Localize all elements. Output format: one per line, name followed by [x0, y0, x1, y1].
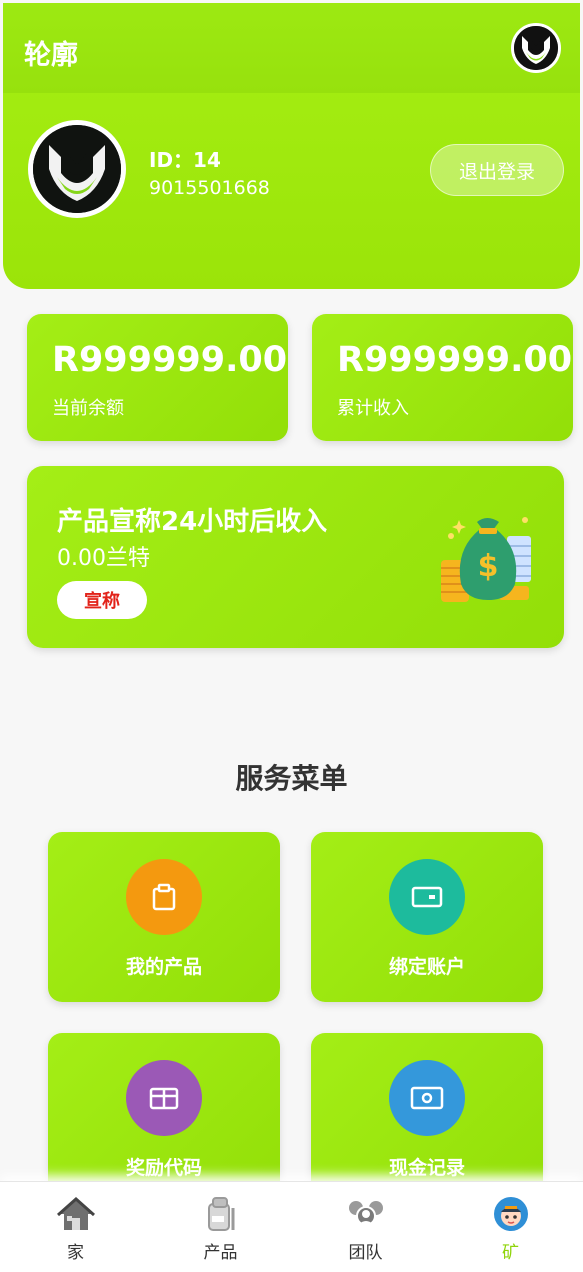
cash-record-tile[interactable]: 现金记录	[311, 1033, 543, 1203]
logo-icon	[514, 26, 558, 70]
page: 轮廓 ID：14 9015501668 退出登录 R999999.00 当前余额…	[0, 0, 583, 1272]
bind-account-label: 绑定账户	[388, 956, 465, 978]
money-bag-icon: $	[441, 517, 531, 602]
cash-record-label: 现金记录	[388, 1157, 465, 1179]
top-bar: 轮廓	[3, 3, 580, 93]
nav-home-label: 家	[67, 1243, 84, 1263]
nav-mine-label: 矿	[502, 1243, 519, 1263]
team-icon	[349, 1201, 383, 1226]
my-products-label: 我的产品	[125, 956, 202, 978]
claim-button[interactable]: 宣称	[57, 581, 147, 619]
service-menu-title: 服务菜单	[235, 762, 348, 795]
my-products-tile[interactable]: 我的产品	[48, 832, 280, 1002]
nav-products-label: 产品	[203, 1243, 238, 1263]
nav-home[interactable]: 家	[3, 1182, 148, 1272]
top-avatar[interactable]	[511, 23, 561, 73]
app-title: 轮廓	[24, 40, 78, 71]
nav-team[interactable]: 团队	[293, 1182, 438, 1272]
claim-card: 产品宣称24小时后收入 0.00兰特 宣称 $	[27, 466, 564, 648]
claim-amount: 0.00兰特	[57, 546, 150, 571]
current-balance-card: R999999.00 当前余额	[27, 314, 288, 441]
mine-icon	[494, 1197, 528, 1231]
nav-products[interactable]: 产品	[148, 1182, 293, 1272]
total-income-label: 累计收入	[337, 398, 409, 419]
reward-code-label: 奖励代码	[125, 1157, 202, 1179]
user-avatar[interactable]	[28, 120, 126, 218]
user-phone: 9015501668	[149, 177, 270, 199]
current-balance-amount: R999999.00	[52, 340, 288, 380]
svg-text:$: $	[478, 549, 499, 584]
gift-icon	[126, 1060, 202, 1136]
total-income-amount: R999999.00	[337, 340, 573, 380]
product-icon	[208, 1197, 235, 1231]
user-id: ID：14	[149, 148, 221, 172]
clipboard-icon	[126, 859, 202, 935]
logout-button[interactable]: 退出登录	[430, 144, 564, 196]
bind-account-tile[interactable]: 绑定账户	[311, 832, 543, 1002]
home-icon	[57, 1196, 95, 1230]
current-balance-label: 当前余额	[52, 398, 124, 419]
bottom-nav: 家 产品 团队 矿	[0, 1181, 583, 1272]
claim-title: 产品宣称24小时后收入	[57, 507, 328, 537]
wallet-icon	[389, 859, 465, 935]
nav-mine[interactable]: 矿	[438, 1182, 583, 1272]
logo-icon	[33, 125, 121, 213]
total-income-card: R999999.00 累计收入	[312, 314, 573, 441]
nav-team-label: 团队	[348, 1243, 383, 1263]
cash-icon	[389, 1060, 465, 1136]
profile-header: 轮廓 ID：14 9015501668 退出登录	[3, 3, 580, 289]
reward-code-tile[interactable]: 奖励代码	[48, 1033, 280, 1203]
